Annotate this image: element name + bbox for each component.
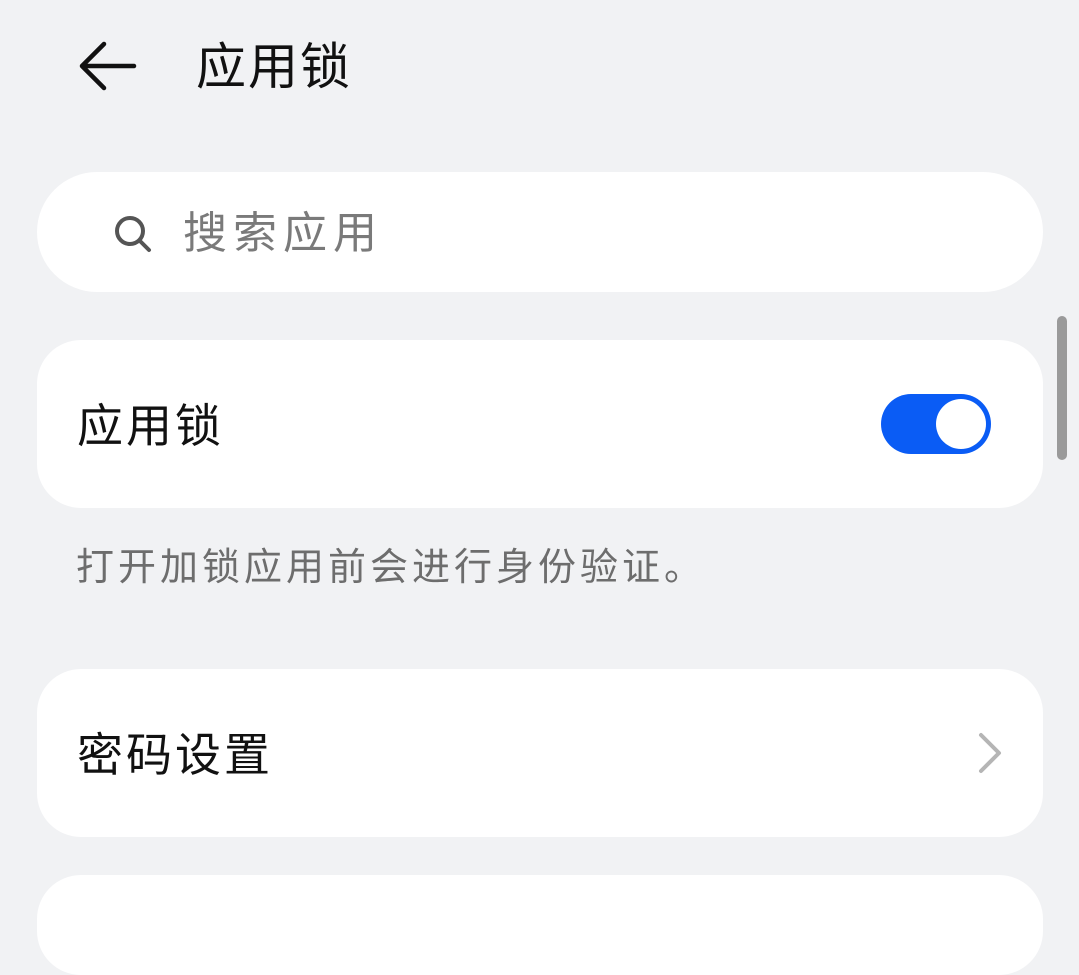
app-lock-label: 应用锁 (77, 399, 224, 453)
scrollbar[interactable] (1057, 316, 1067, 460)
next-settings-card[interactable] (37, 875, 1043, 975)
page-title: 应用锁 (196, 38, 352, 96)
search-icon (115, 216, 151, 252)
toggle-knob (936, 399, 986, 449)
header: 应用锁 (0, 0, 1079, 140)
back-button[interactable] (72, 36, 140, 96)
app-lock-toggle[interactable] (881, 394, 991, 454)
search-bar[interactable] (37, 172, 1043, 292)
app-lock-hint: 打开加锁应用前会进行身份验证。 (76, 545, 707, 589)
search-input[interactable] (183, 202, 1003, 264)
chevron-right-icon (979, 733, 1001, 773)
password-settings-item[interactable]: 密码设置 (37, 669, 1043, 837)
app-lock-card: 应用锁 (37, 340, 1043, 508)
arrow-left-icon (79, 41, 137, 91)
password-settings-label: 密码设置 (77, 728, 273, 782)
